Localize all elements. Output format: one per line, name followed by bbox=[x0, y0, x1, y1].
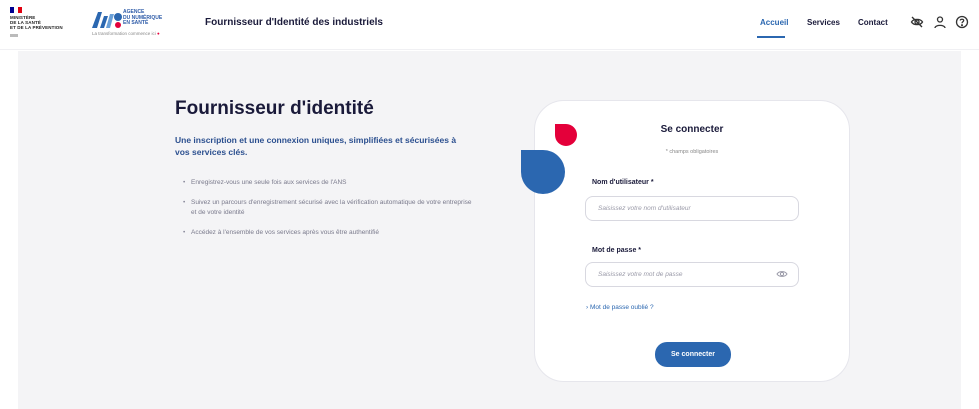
ans-tagline: La transformation commence ici ● bbox=[92, 31, 160, 36]
ministry-logo[interactable]: MINISTÈRE DE LA SANTÉ ET DE LA PRÉVENTIO… bbox=[10, 7, 70, 37]
user-icon[interactable] bbox=[933, 15, 947, 29]
french-flag-icon bbox=[10, 7, 22, 13]
ans-mark-icon bbox=[92, 12, 122, 28]
login-title: Se connecter bbox=[660, 124, 724, 135]
ans-logo[interactable]: AGENCE DU NUMÉRIQUE EN SANTÉ La transfor… bbox=[92, 8, 187, 40]
login-card bbox=[534, 100, 850, 382]
ans-name-line-3: EN SANTÉ bbox=[123, 20, 149, 26]
benefit-item: Suivez un parcours d'enregistrement sécu… bbox=[183, 198, 473, 218]
username-input[interactable] bbox=[585, 196, 799, 221]
page-title: Fournisseur d'identité bbox=[175, 98, 374, 119]
nav-services[interactable]: Services bbox=[807, 18, 840, 27]
nav-accueil[interactable]: Accueil bbox=[760, 18, 788, 27]
ministry-line-3: ET DE LA PRÉVENTION bbox=[10, 25, 63, 30]
eye-slash-icon[interactable] bbox=[910, 15, 924, 29]
benefit-item: Accédez à l'ensemble de vos services apr… bbox=[183, 228, 473, 238]
help-icon[interactable] bbox=[955, 15, 969, 29]
benefit-item: Enregistrez-vous une seule fois aux serv… bbox=[183, 178, 473, 188]
ans-name: AGENCE DU NUMÉRIQUE EN SANTÉ bbox=[123, 9, 162, 27]
location-pin-icon: ● bbox=[157, 31, 160, 36]
ministry-motto-mark bbox=[10, 34, 18, 37]
site-header: MINISTÈRE DE LA SANTÉ ET DE LA PRÉVENTIO… bbox=[0, 0, 979, 50]
show-password-eye-icon[interactable] bbox=[776, 269, 788, 279]
login-submit-button[interactable]: Se connecter bbox=[655, 342, 731, 367]
ans-tagline-text: La transformation commence ici bbox=[92, 31, 156, 36]
active-nav-underline bbox=[757, 36, 785, 38]
nav-contact[interactable]: Contact bbox=[858, 18, 888, 27]
blue-drop-decoration bbox=[521, 150, 565, 194]
password-label: Mot de passe * bbox=[592, 247, 642, 254]
intro-text: Une inscription et une connexion uniques… bbox=[175, 135, 457, 157]
site-title[interactable]: Fournisseur d'Identité des industriels bbox=[205, 17, 383, 28]
username-label: Nom d'utilisateur * bbox=[592, 179, 654, 186]
benefits-list: Enregistrez-vous une seule fois aux serv… bbox=[183, 178, 473, 248]
forgot-password-link[interactable]: › Mot de passe oublié ? bbox=[586, 304, 654, 311]
password-input[interactable] bbox=[585, 262, 799, 287]
required-fields-note: * champs obligatoires bbox=[665, 149, 719, 155]
